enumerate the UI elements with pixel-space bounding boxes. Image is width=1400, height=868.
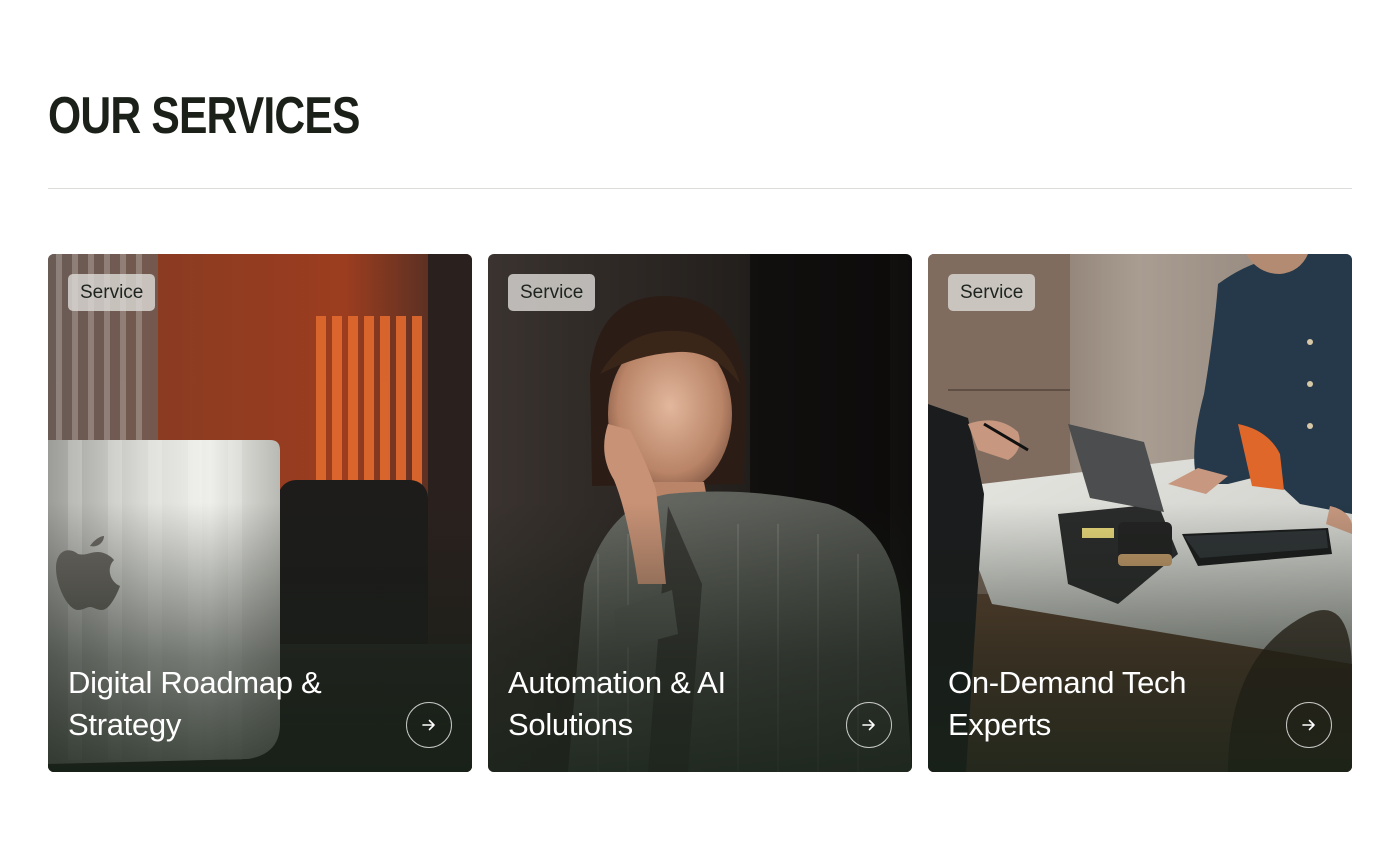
arrow-right-icon[interactable] (406, 702, 452, 748)
section-divider (48, 188, 1352, 189)
service-badge: Service (68, 274, 156, 311)
service-card-digital-roadmap[interactable]: Service Digital Roadmap & Strategy (48, 254, 472, 772)
card-title: Automation & AI Solutions (508, 665, 726, 742)
service-badge: Service (948, 274, 1036, 311)
service-badge: Service (508, 274, 596, 311)
arrow-right-icon[interactable] (846, 702, 892, 748)
services-page: OUR SERVICES Service Digital Roadmap & S… (0, 0, 1400, 868)
service-cards: Service Digital Roadmap & Strategy Servi… (48, 254, 1352, 772)
section-title: OUR SERVICES (48, 87, 360, 145)
service-card-on-demand-experts[interactable]: Service On-Demand Tech Experts (928, 254, 1352, 772)
service-card-automation-ai[interactable]: Service Automation & AI Solutions (488, 254, 912, 772)
card-title: Digital Roadmap & Strategy (68, 665, 322, 742)
arrow-right-icon[interactable] (1286, 702, 1332, 748)
card-title: On-Demand Tech Experts (948, 665, 1187, 742)
